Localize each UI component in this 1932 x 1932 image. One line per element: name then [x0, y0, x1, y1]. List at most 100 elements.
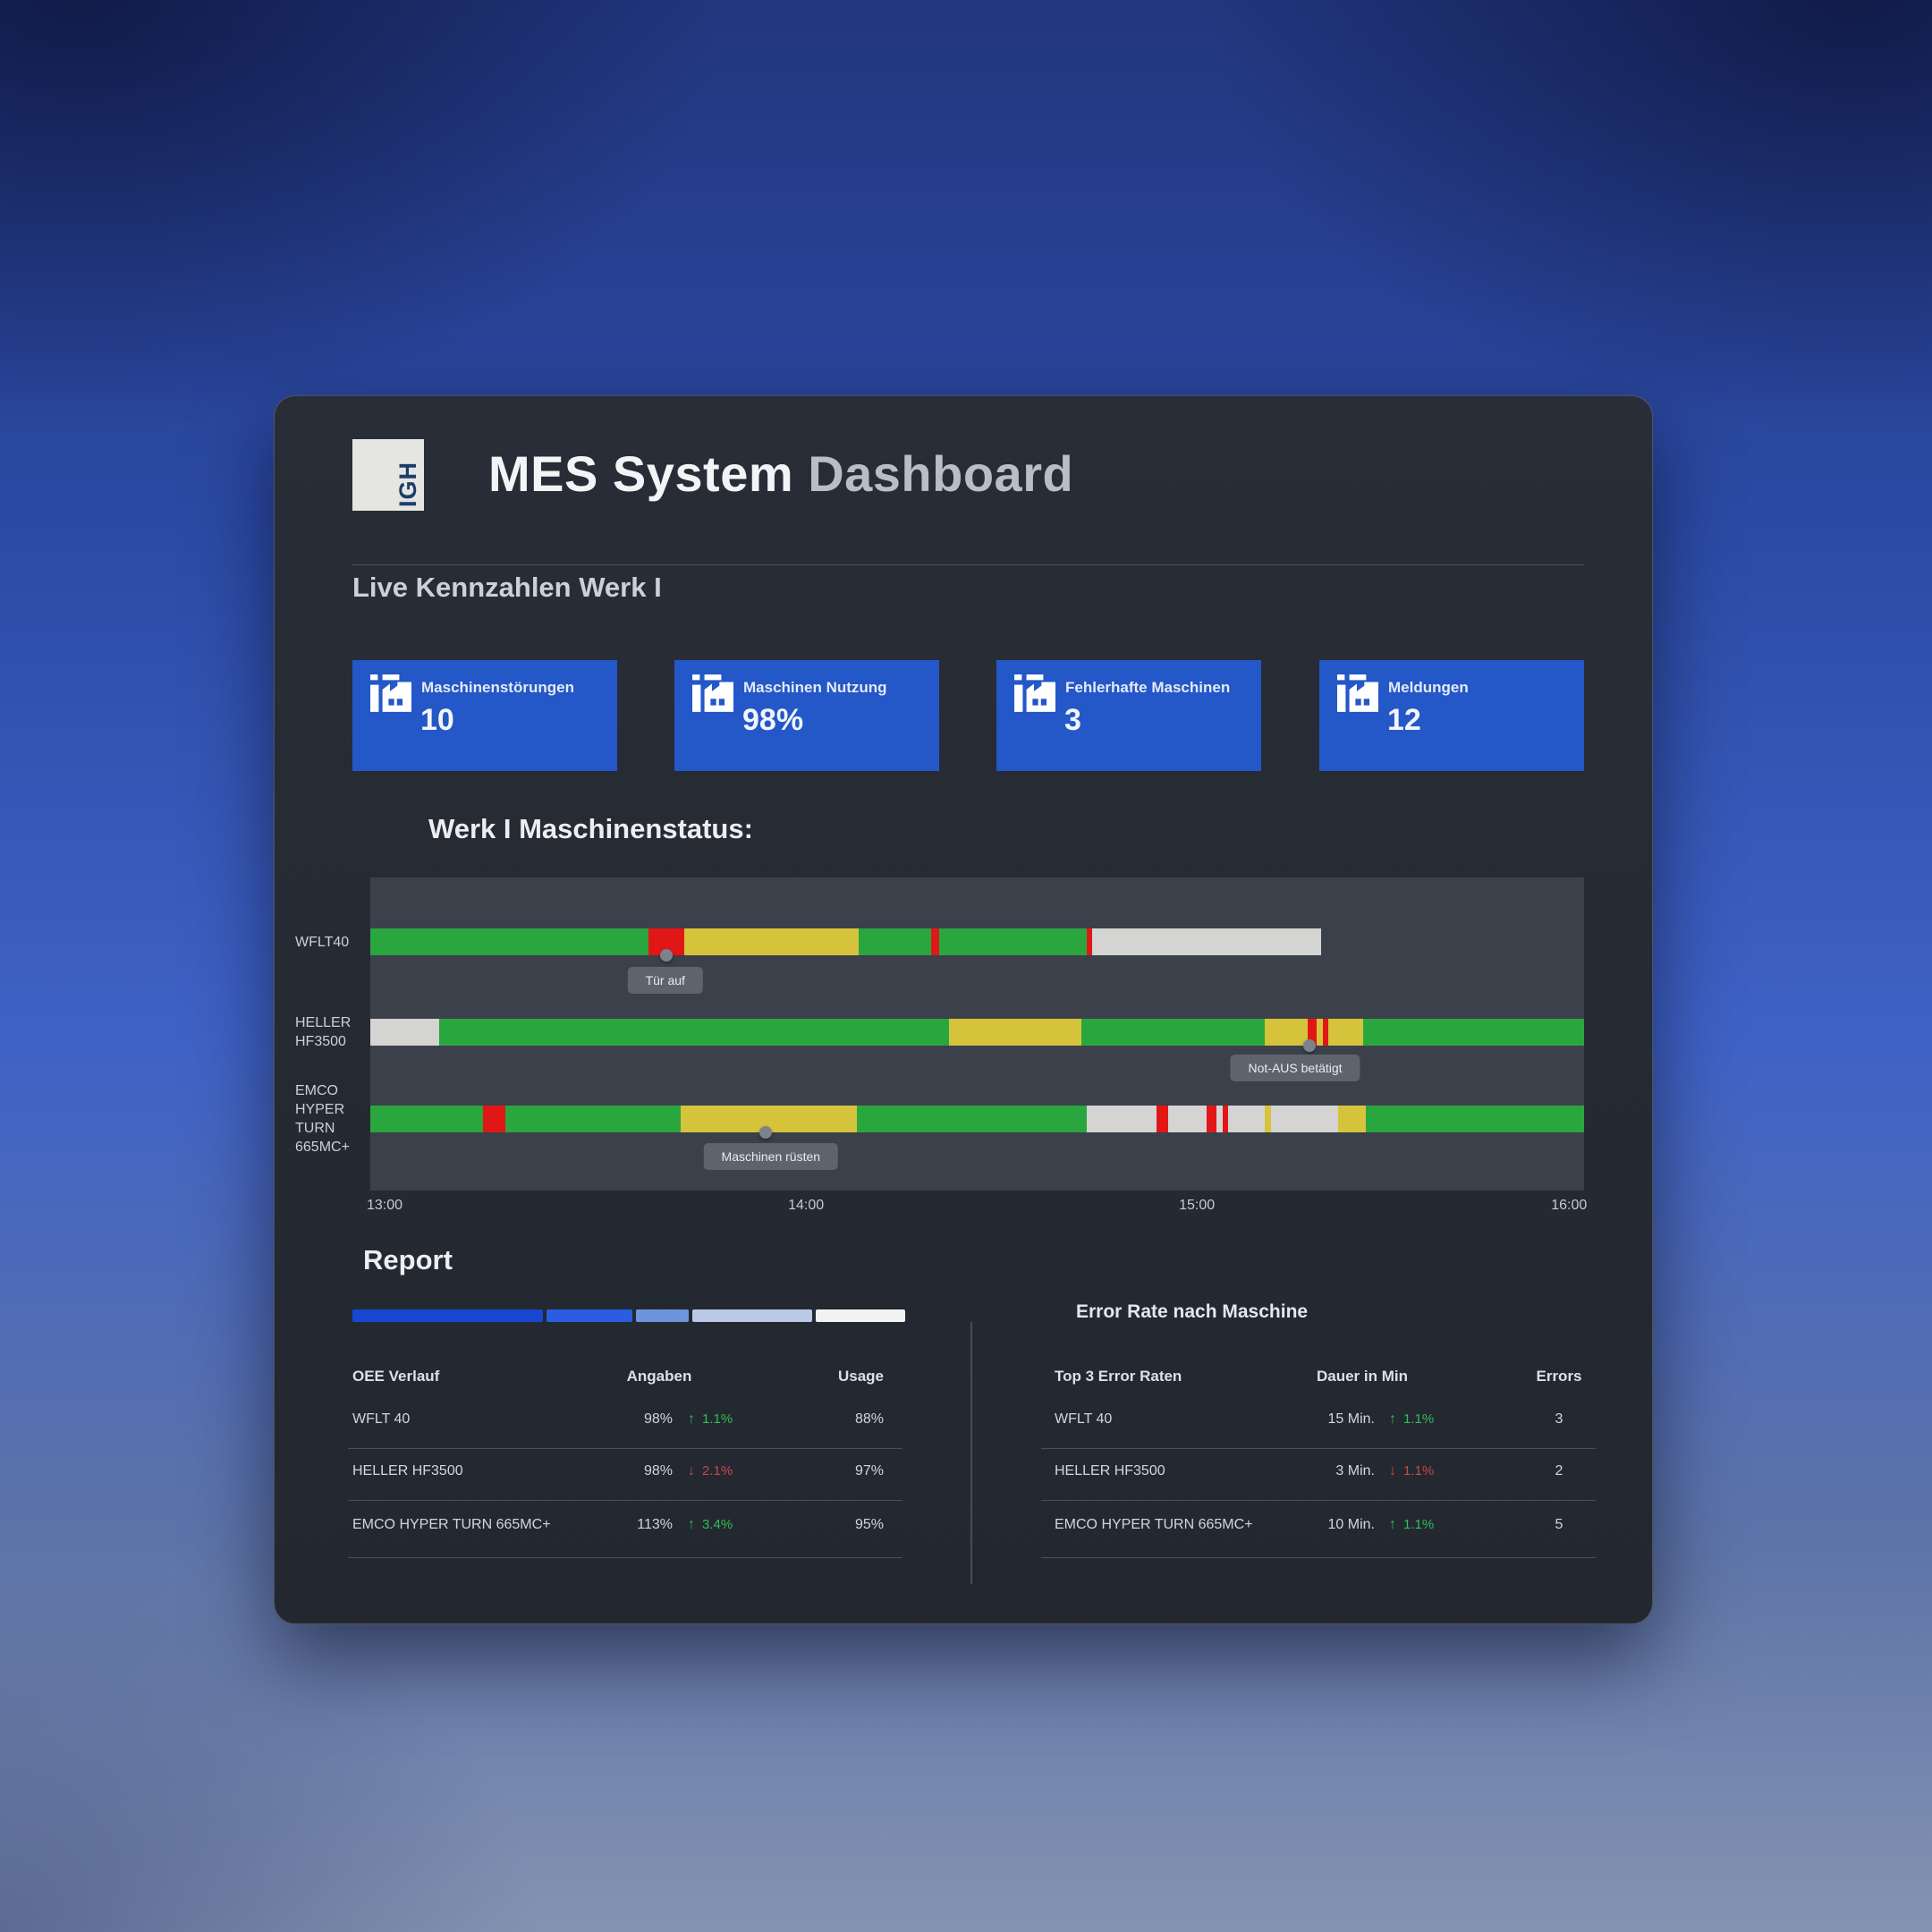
status-segment-green [1363, 1019, 1584, 1046]
factory-icon [370, 674, 411, 712]
status-segment-yellow [1328, 1019, 1363, 1046]
page-title-secondary: Dashboard [808, 445, 1073, 502]
status-segment-gray [1271, 1106, 1338, 1132]
error-header-duration: Dauer in Min [1291, 1368, 1434, 1385]
tooltip-marker [660, 949, 673, 962]
trend-arrow-icon: ↑ [1389, 1517, 1396, 1532]
oee-row-trend: ↑1.1% [688, 1411, 733, 1428]
oee-row-name: WFLT 40 [352, 1411, 410, 1428]
kpi-value: 3 [1064, 703, 1081, 738]
kpi-label: Fehlerhafte Maschinen [1065, 679, 1230, 697]
status-segment-gray [1168, 1106, 1207, 1132]
tooltip: Maschinen rüsten [704, 1143, 839, 1170]
page-title-primary: MES System [488, 445, 793, 502]
oee-row-value: 98% [579, 1411, 673, 1428]
tooltip-marker [1303, 1039, 1316, 1052]
kpi-value: 12 [1387, 703, 1421, 738]
kpi-card-fehlerhafte-maschinen[interactable]: Fehlerhafte Maschinen 3 [996, 660, 1261, 771]
row-divider [348, 1500, 902, 1501]
desktop-background: IGH MES System Dashboard Live Kennzahlen… [0, 0, 1932, 1932]
oee-row-trend: ↓2.1% [688, 1463, 733, 1479]
oee-header-angaben: Angaben [592, 1368, 726, 1385]
status-segment-green [370, 928, 648, 955]
error-row-name: HELLER HF3500 [1055, 1463, 1165, 1479]
status-segment-green [859, 928, 931, 955]
status-segment-gray [1228, 1106, 1265, 1132]
status-segment-green [1081, 1019, 1265, 1046]
error-row-trend: ↑1.1% [1389, 1517, 1434, 1533]
time-tick-16-00: 16:00 [1551, 1198, 1587, 1214]
row-divider [1041, 1557, 1596, 1558]
report-vertical-divider [970, 1322, 972, 1584]
trend-arrow-icon: ↑ [688, 1411, 695, 1427]
status-bar-wflt40[interactable] [370, 928, 1584, 955]
factory-icon [1337, 674, 1378, 712]
status-segment-yellow [684, 928, 858, 955]
oee-row-name: HELLER HF3500 [352, 1463, 463, 1479]
oee-row-value: 113% [579, 1517, 673, 1533]
machine-label-emco-hyper-turn: EMCO HYPER TURN 665MC+ [295, 1081, 369, 1157]
oee-row-name: EMCO HYPER TURN 665MC+ [352, 1517, 551, 1533]
row-divider [1041, 1448, 1596, 1449]
status-segment-red [1223, 1106, 1229, 1132]
status-segment-red [1157, 1106, 1167, 1132]
status-segment-green [857, 1106, 1086, 1132]
error-row-trend: ↓1.1% [1389, 1463, 1434, 1479]
oee-row-usage: 97% [790, 1463, 884, 1479]
status-bar-emco-hyper-turn[interactable] [370, 1106, 1584, 1132]
row-divider [348, 1557, 902, 1558]
kpi-label: Maschinen Nutzung [743, 679, 887, 697]
status-segment-green [939, 928, 1086, 955]
time-tick-14-00: 14:00 [788, 1198, 824, 1214]
oee-header-usage: Usage [790, 1368, 884, 1385]
header-divider [352, 564, 1584, 565]
status-segment-gray [1092, 928, 1320, 955]
row-divider [1041, 1500, 1596, 1501]
error-row-errors: 3 [1523, 1411, 1595, 1428]
status-segment-green [505, 1106, 682, 1132]
logo-text: IGH [394, 462, 422, 507]
error-header-name: Top 3 Error Raten [1055, 1368, 1182, 1385]
progress-segment [636, 1309, 689, 1322]
status-segment-yellow [1317, 1019, 1323, 1046]
error-row-errors: 5 [1523, 1517, 1595, 1533]
status-segment-yellow [1265, 1106, 1271, 1132]
report-progress-bar [352, 1309, 905, 1322]
kpi-card-meldungen[interactable]: Meldungen 12 [1319, 660, 1584, 771]
machine-status-chart: Tür auf Not-AUS betätigt Maschinen rüste… [370, 877, 1584, 1191]
trend-arrow-icon: ↑ [688, 1517, 695, 1532]
error-row-name: WFLT 40 [1055, 1411, 1112, 1428]
status-segment-yellow [949, 1019, 1081, 1046]
status-bar-heller-hf3500[interactable] [370, 1019, 1584, 1046]
progress-segment [692, 1309, 812, 1322]
error-header-errors: Errors [1523, 1368, 1595, 1385]
kpi-value: 10 [420, 703, 454, 738]
section-title-machine-status: Werk I Maschinenstatus: [428, 813, 753, 845]
tooltip: Tür auf [628, 967, 703, 994]
factory-icon [692, 674, 733, 712]
time-tick-15-00: 15:00 [1179, 1198, 1215, 1214]
factory-icon [1014, 674, 1055, 712]
oee-row-usage: 88% [790, 1411, 884, 1428]
progress-segment [816, 1309, 905, 1322]
progress-segment [352, 1309, 543, 1322]
status-segment-gray [370, 1019, 439, 1046]
status-segment-gray [1216, 1106, 1223, 1132]
machine-label-heller-hf3500: HELLER HF3500 [295, 1013, 369, 1051]
error-row-duration: 15 Min. [1267, 1411, 1375, 1428]
error-row-duration: 10 Min. [1267, 1517, 1375, 1533]
status-segment-red [931, 928, 939, 955]
error-row-name: EMCO HYPER TURN 665MC+ [1055, 1517, 1253, 1533]
machine-label-wflt40: WFLT40 [295, 933, 369, 952]
error-row-duration: 3 Min. [1267, 1463, 1375, 1479]
progress-segment [547, 1309, 632, 1322]
status-segment-yellow [1265, 1019, 1307, 1046]
status-segment-green [370, 1106, 483, 1132]
kpi-card-maschinenstoerungen[interactable]: Maschinenstörungen 10 [352, 660, 617, 771]
tooltip: Not-AUS betätigt [1231, 1055, 1360, 1081]
trend-arrow-icon: ↑ [1389, 1411, 1396, 1427]
kpi-label: Meldungen [1388, 679, 1469, 697]
status-segment-green [1366, 1106, 1584, 1132]
error-row-errors: 2 [1523, 1463, 1595, 1479]
kpi-card-maschinen-nutzung[interactable]: Maschinen Nutzung 98% [674, 660, 939, 771]
